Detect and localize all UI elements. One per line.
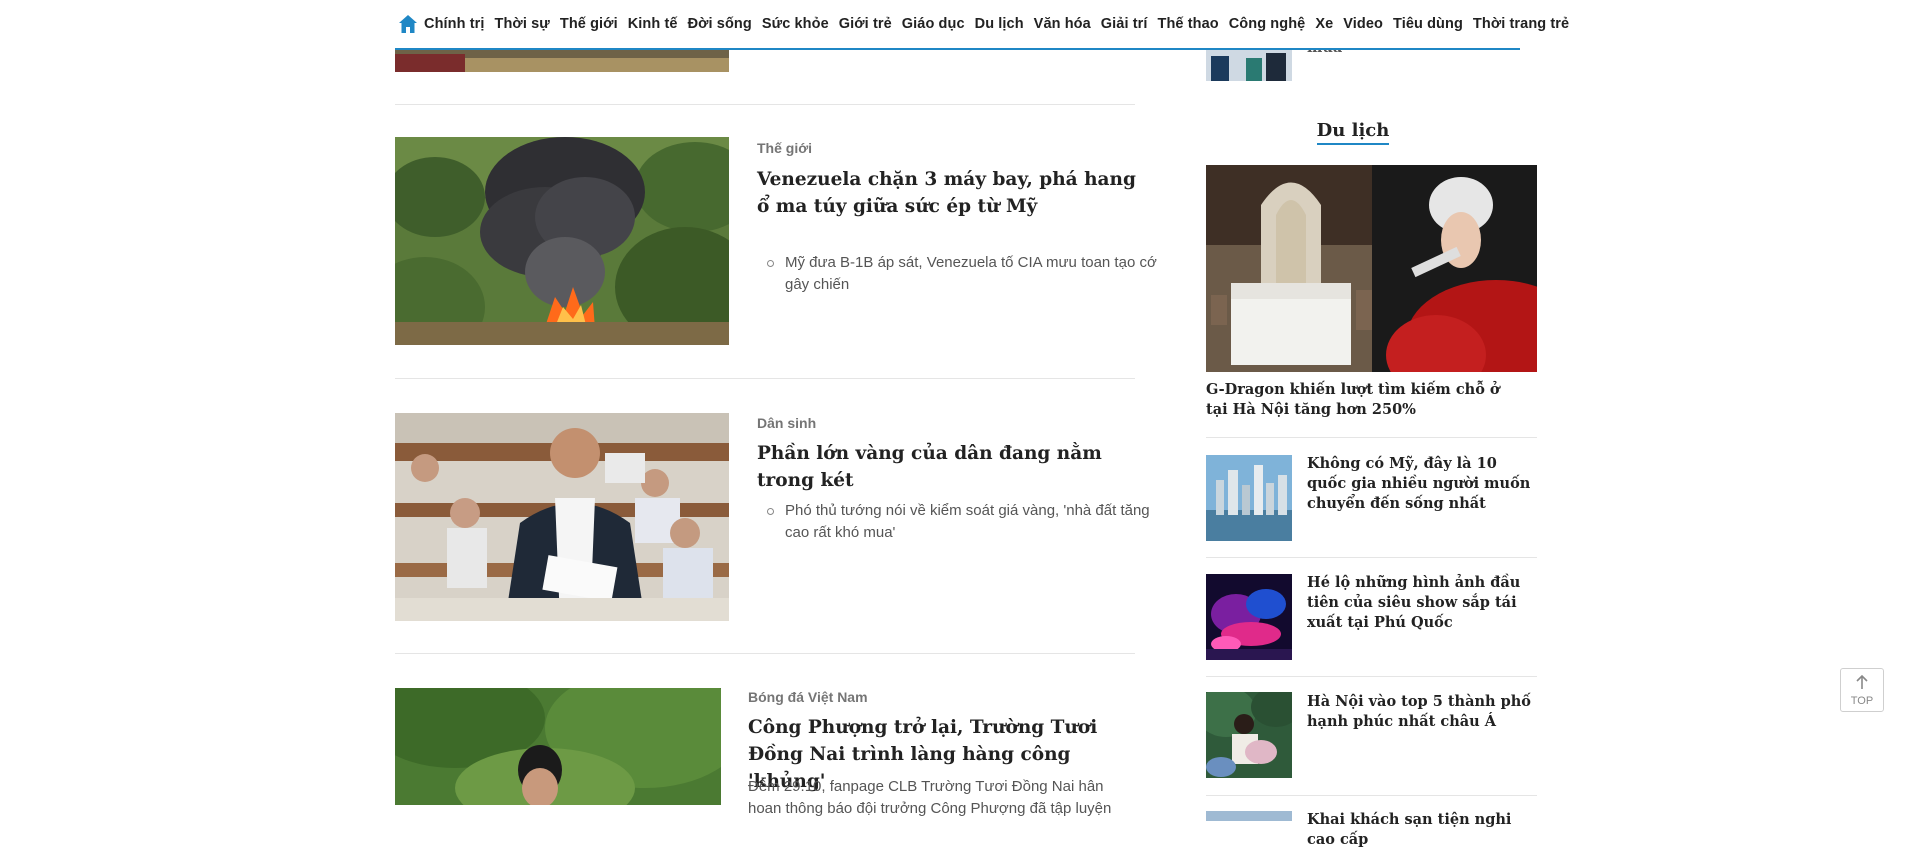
- arrow-up-icon: [1854, 674, 1870, 694]
- nav-item-kinh-te[interactable]: Kinh tế: [628, 16, 678, 32]
- sidebar-thumbnail[interactable]: [1206, 811, 1292, 821]
- article-thumbnail[interactable]: [395, 413, 729, 621]
- nav-item-doi-song[interactable]: Đời sống: [688, 16, 752, 32]
- article-title[interactable]: Venezuela chặn 3 máy bay, phá hang ổ ma …: [757, 166, 1137, 220]
- divider: [395, 104, 1135, 105]
- featured-title[interactable]: G-Dragon khiến lượt tìm kiếm chỗ ở tại H…: [1206, 380, 1526, 420]
- section-title[interactable]: Du lịch: [1188, 120, 1518, 145]
- nav-item-thoi-trang-tre[interactable]: Thời trang trẻ: [1473, 16, 1569, 32]
- nav-item-giai-tri[interactable]: Giải trí: [1101, 16, 1148, 32]
- nav-item-thoi-su[interactable]: Thời sự: [495, 16, 550, 32]
- home-icon[interactable]: [398, 13, 418, 35]
- article-category[interactable]: Thế giới: [757, 140, 812, 156]
- nav-item-tieu-dung[interactable]: Tiêu dùng: [1393, 16, 1463, 32]
- nav-menu: Chính trị Thời sự Thế giới Kinh tế Đời s…: [424, 16, 1579, 32]
- nav-item-xe[interactable]: Xe: [1315, 16, 1333, 32]
- divider: [1206, 795, 1537, 796]
- article-thumbnail[interactable]: [395, 137, 729, 345]
- divider: [1206, 437, 1537, 438]
- article-category[interactable]: Bóng đá Việt Nam: [748, 689, 868, 705]
- sidebar-item-title[interactable]: Khai khách sạn tiện nghi cao cấp: [1307, 810, 1532, 850]
- divider: [395, 653, 1135, 654]
- sidebar-item-title[interactable]: Không có Mỹ, đây là 10 quốc gia nhiều ng…: [1307, 454, 1532, 514]
- sidebar-thumbnail-partial[interactable]: [1206, 48, 1292, 81]
- sidebar-item-title[interactable]: Hà Nội vào top 5 thành phố hạnh phúc nhấ…: [1307, 692, 1532, 732]
- nav-item-gioi-tre[interactable]: Giới trẻ: [839, 16, 892, 32]
- nav-item-du-lich[interactable]: Du lịch: [975, 16, 1024, 32]
- nav-item-giao-duc[interactable]: Giáo dục: [902, 16, 965, 32]
- back-to-top-label: TOP: [1850, 694, 1874, 707]
- nav-item-the-thao[interactable]: Thế thao: [1158, 16, 1219, 32]
- sidebar-thumbnail[interactable]: [1206, 574, 1292, 660]
- article-thumbnail-partial[interactable]: [395, 48, 729, 72]
- nav-item-van-hoa[interactable]: Văn hóa: [1034, 16, 1091, 32]
- divider: [395, 378, 1135, 379]
- nav-item-suc-khoe[interactable]: Sức khỏe: [762, 16, 829, 32]
- sidebar-thumbnail[interactable]: [1206, 455, 1292, 541]
- sidebar-thumbnail[interactable]: [1206, 692, 1292, 778]
- sidebar-item-title[interactable]: Hé lộ những hình ảnh đầu tiên của siêu s…: [1307, 573, 1532, 633]
- article-title[interactable]: Phần lớn vàng của dân đang nằm trong két: [757, 440, 1137, 494]
- divider: [1206, 557, 1537, 558]
- related-link[interactable]: Phó thủ tướng nói về kiểm soát giá vàng,…: [757, 500, 1165, 544]
- nav-item-the-gioi[interactable]: Thế giới: [560, 16, 618, 32]
- article-sapo: Đêm 29.10, fanpage CLB Trường Tươi Đồng …: [748, 778, 1112, 817]
- article-category[interactable]: Dân sinh: [757, 415, 816, 431]
- article-thumbnail[interactable]: [395, 688, 721, 805]
- related-link[interactable]: Mỹ đưa B-1B áp sát, Venezuela tố CIA mưu…: [757, 252, 1165, 296]
- nav-item-video[interactable]: Video: [1343, 16, 1383, 32]
- top-navigation: Chính trị Thời sự Thế giới Kinh tế Đời s…: [395, 0, 1569, 50]
- nav-item-cong-nghe[interactable]: Công nghệ: [1229, 16, 1306, 32]
- nav-item-chinh-tri[interactable]: Chính trị: [424, 16, 485, 32]
- divider: [1206, 676, 1537, 677]
- featured-thumbnail[interactable]: [1206, 165, 1537, 372]
- back-to-top-button[interactable]: TOP: [1840, 668, 1884, 712]
